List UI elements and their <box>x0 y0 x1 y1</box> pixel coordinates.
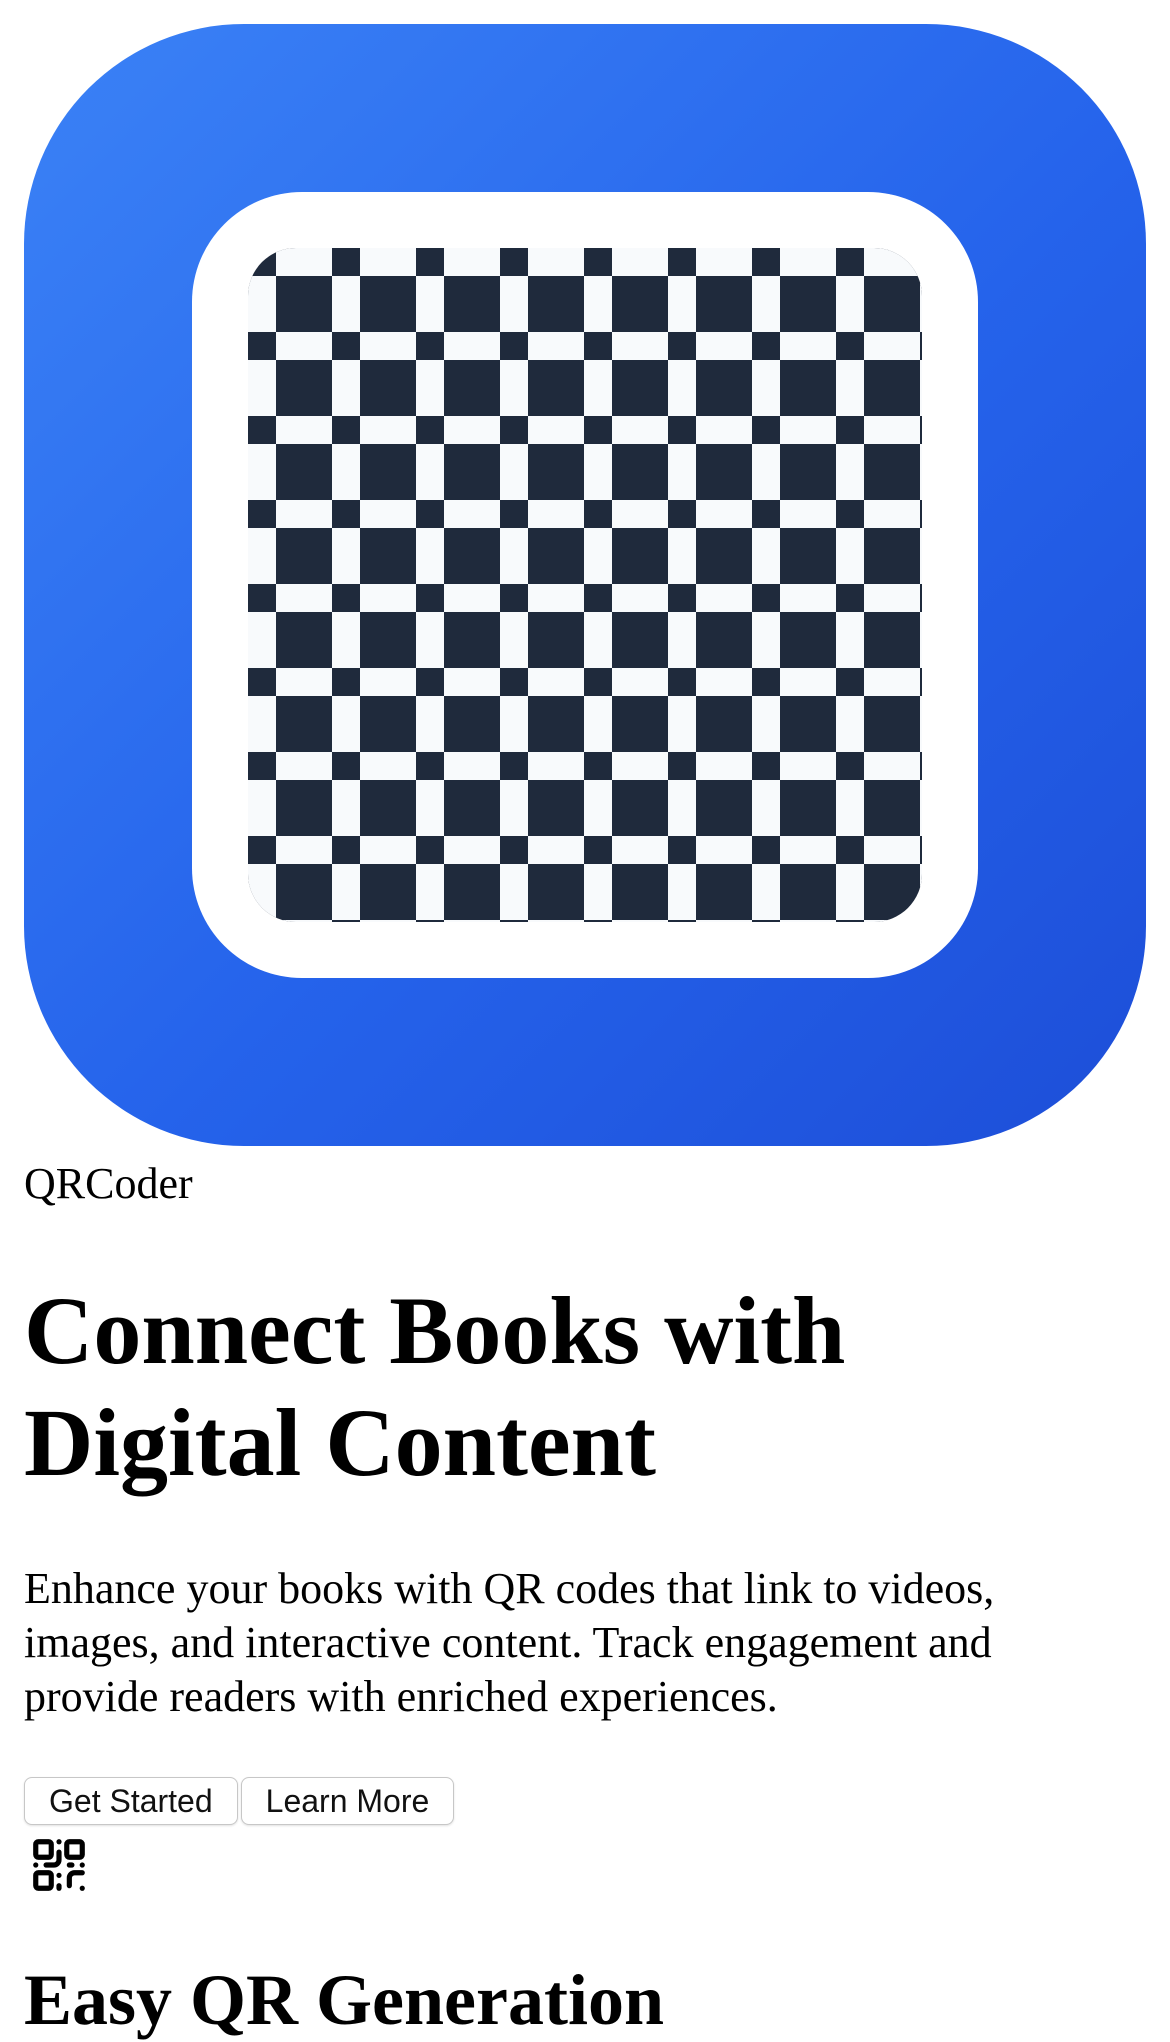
qr-code-icon <box>33 1839 85 1891</box>
qr-pattern <box>248 248 922 922</box>
brand-name: QRCoder <box>24 1159 193 1208</box>
hero-headline: Connect Books with Digital Content <box>24 1277 846 1496</box>
hero-actions: Get Started Learn More <box>24 1777 455 1825</box>
learn-more-button[interactable]: Learn More <box>240 1777 455 1825</box>
get-started-button[interactable]: Get Started <box>24 1777 238 1825</box>
feature-title: Easy QR Generation <box>24 1960 664 2040</box>
hero-description: Enhance your books with QR codes that li… <box>24 1564 995 1721</box>
app-icon <box>24 24 1146 1146</box>
qr-frame <box>192 192 978 978</box>
